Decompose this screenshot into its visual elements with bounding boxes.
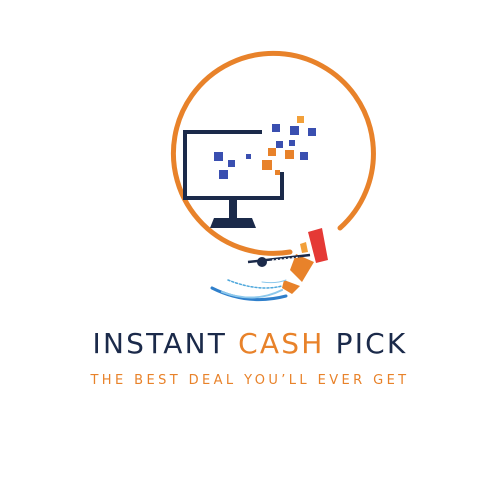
speed-gauge-icon — [247, 228, 328, 294]
monitor-icon — [183, 130, 284, 228]
logo-emblem — [170, 50, 376, 302]
logo-canvas: INSTANT CASH PICK THE BEST DEAL YOU’LL E… — [0, 0, 500, 500]
brand-name-accent: CASH — [238, 327, 325, 360]
tagline: THE BEST DEAL YOU’LL EVER GET — [90, 373, 410, 388]
brand-name-part-3: PICK — [335, 327, 408, 360]
pixel-cluster-icon — [214, 116, 316, 179]
speed-swoosh-icon — [210, 279, 288, 302]
brand-name-part-1: INSTANT — [92, 327, 228, 360]
brand-name: INSTANT CASH PICK — [0, 326, 500, 362]
